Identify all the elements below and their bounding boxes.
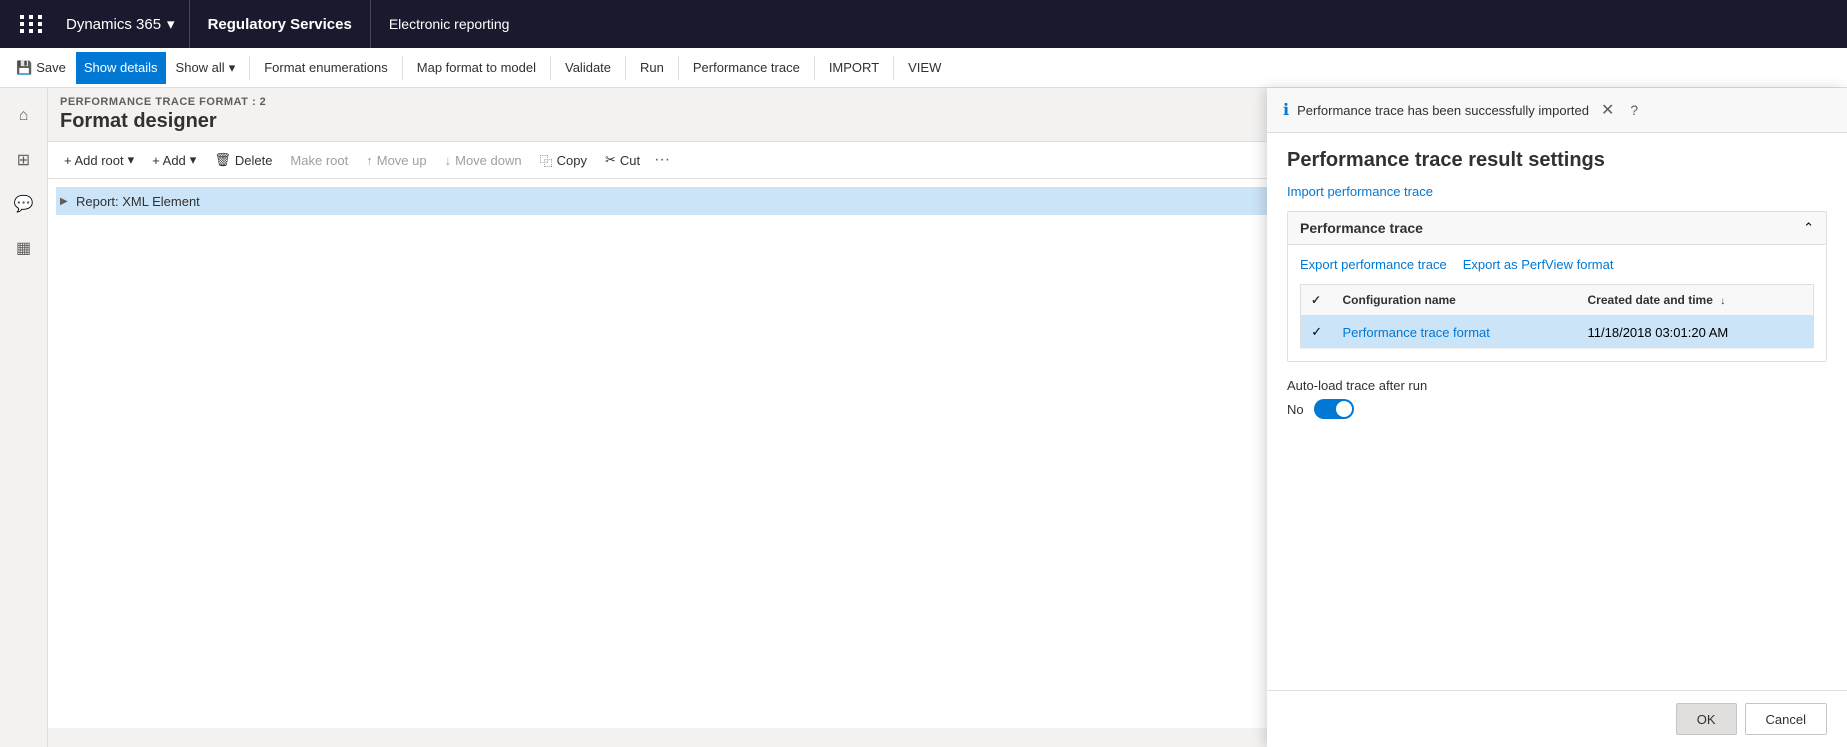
toolbar-sep-6 bbox=[814, 56, 815, 80]
toolbar-sep-1 bbox=[249, 56, 250, 80]
regulatory-services-nav[interactable]: Regulatory Services bbox=[190, 0, 371, 48]
dialog-title: Performance trace result settings bbox=[1267, 133, 1847, 180]
table-row[interactable]: ✓ Performance trace format 11/18/2018 03… bbox=[1301, 316, 1814, 349]
move-up-button: ↑ Move up bbox=[358, 146, 434, 174]
perf-section-title: Performance trace bbox=[1300, 220, 1423, 236]
add-dropdown-icon: ▾ bbox=[190, 152, 197, 168]
show-details-button[interactable]: Show details bbox=[76, 52, 166, 84]
config-name-header[interactable]: Configuration name bbox=[1333, 285, 1578, 316]
more-options-button[interactable]: ··· bbox=[650, 151, 674, 169]
view-button[interactable]: VIEW bbox=[900, 52, 949, 84]
auto-load-toggle-slider bbox=[1314, 399, 1354, 419]
tree-expand-icon: ▶ bbox=[60, 196, 76, 207]
grid-icon[interactable]: ▦ bbox=[4, 228, 44, 268]
import-link-container: Import performance trace bbox=[1267, 180, 1847, 211]
created-date-header[interactable]: Created date and time ↓ bbox=[1578, 285, 1814, 316]
auto-load-toggle[interactable] bbox=[1314, 399, 1354, 419]
config-name-cell[interactable]: Performance trace format bbox=[1333, 316, 1578, 349]
toolbar-sep-5 bbox=[678, 56, 679, 80]
auto-load-section: Auto-load trace after run No bbox=[1267, 362, 1847, 435]
electronic-reporting-label: Electronic reporting bbox=[389, 16, 510, 32]
validate-button[interactable]: Validate bbox=[557, 52, 619, 84]
copy-icon: ⿻ bbox=[540, 151, 553, 170]
add-button[interactable]: + Add ▾ bbox=[144, 146, 204, 174]
make-root-button: Make root bbox=[282, 146, 356, 174]
save-icon: 💾 bbox=[16, 60, 32, 76]
help-icon[interactable]: ? bbox=[1630, 102, 1638, 118]
perf-section-content: Export performance trace Export as PerfV… bbox=[1288, 245, 1826, 361]
move-up-icon: ↑ bbox=[366, 153, 373, 168]
waffle-button[interactable] bbox=[12, 4, 52, 44]
chat-icon[interactable]: 💬 bbox=[4, 184, 44, 224]
main-toolbar: 💾 Save Show details Show all ▾ Format en… bbox=[0, 48, 1847, 88]
dynamics365-nav[interactable]: Dynamics 365 ▾ bbox=[52, 0, 190, 48]
regulatory-services-label: Regulatory Services bbox=[208, 16, 352, 33]
move-down-icon: ↓ bbox=[445, 153, 452, 168]
perf-actions: Export performance trace Export as PerfV… bbox=[1300, 257, 1814, 272]
toolbar-sep-3 bbox=[550, 56, 551, 80]
delete-button[interactable]: 🗑 Delete bbox=[206, 146, 280, 174]
copy-button[interactable]: ⿻ Copy bbox=[532, 146, 595, 174]
export-perfview-button[interactable]: Export as PerfView format bbox=[1463, 257, 1614, 272]
auto-load-row: No bbox=[1287, 399, 1827, 419]
dialog-footer: OK Cancel bbox=[1267, 690, 1847, 747]
export-performance-trace-button[interactable]: Export performance trace bbox=[1300, 257, 1447, 272]
tree-node-label: Report: XML Element bbox=[76, 194, 200, 209]
performance-trace-table: ✓ Configuration name Created date and ti… bbox=[1300, 284, 1814, 349]
dialog-close-button[interactable]: ✕ bbox=[1597, 96, 1618, 124]
map-format-button[interactable]: Map format to model bbox=[409, 52, 544, 84]
format-enumerations-button[interactable]: Format enumerations bbox=[256, 52, 396, 84]
import-button[interactable]: IMPORT bbox=[821, 52, 887, 84]
performance-trace-section: Performance trace ⌃ Export performance t… bbox=[1287, 211, 1827, 362]
created-date-cell: 11/18/2018 03:01:20 AM bbox=[1578, 316, 1814, 349]
filter-icon[interactable]: ⊞ bbox=[4, 140, 44, 180]
add-root-dropdown-icon: ▾ bbox=[128, 152, 135, 168]
toolbar-sep-2 bbox=[402, 56, 403, 80]
cancel-button[interactable]: Cancel bbox=[1745, 703, 1827, 735]
info-icon: ℹ bbox=[1283, 100, 1289, 120]
show-all-dropdown-icon: ▾ bbox=[229, 60, 236, 76]
auto-load-label: Auto-load trace after run bbox=[1287, 378, 1827, 393]
perf-section-header[interactable]: Performance trace ⌃ bbox=[1288, 212, 1826, 245]
perf-section-collapse-icon: ⌃ bbox=[1803, 220, 1814, 236]
dialog-overlay: ℹ Performance trace has been successfull… bbox=[1267, 88, 1847, 747]
row-check-cell: ✓ bbox=[1301, 316, 1333, 349]
cut-button[interactable]: ✂ Cut bbox=[597, 146, 648, 174]
auto-load-value: No bbox=[1287, 402, 1304, 417]
home-icon[interactable]: ⌂ bbox=[4, 96, 44, 136]
show-all-button[interactable]: Show all ▾ bbox=[168, 52, 244, 84]
cut-icon: ✂ bbox=[605, 152, 616, 168]
top-nav: Dynamics 365 ▾ Regulatory Services Elect… bbox=[0, 0, 1847, 48]
toolbar-sep-4 bbox=[625, 56, 626, 80]
performance-trace-button[interactable]: Performance trace bbox=[685, 52, 808, 84]
dynamics365-label: Dynamics 365 bbox=[66, 16, 161, 33]
notification-bar: ℹ Performance trace has been successfull… bbox=[1267, 88, 1847, 133]
sidebar-left: ⌂ ⊞ 💬 ▦ bbox=[0, 88, 48, 747]
table-check-col-header: ✓ bbox=[1301, 285, 1333, 316]
run-button[interactable]: Run bbox=[632, 52, 672, 84]
move-down-button: ↓ Move down bbox=[437, 146, 530, 174]
electronic-reporting-nav[interactable]: Electronic reporting bbox=[371, 0, 528, 48]
save-button[interactable]: 💾 Save bbox=[8, 52, 74, 84]
sort-arrow-icon: ↓ bbox=[1720, 296, 1725, 307]
ok-button[interactable]: OK bbox=[1676, 703, 1737, 735]
toolbar-sep-7 bbox=[893, 56, 894, 80]
main-area: ⌂ ⊞ 💬 ▦ PERFORMANCE TRACE FORMAT : 2 For… bbox=[0, 88, 1847, 747]
add-root-button[interactable]: + Add root ▾ bbox=[56, 146, 142, 174]
dynamics-dropdown-icon: ▾ bbox=[167, 15, 175, 33]
import-performance-trace-link[interactable]: Import performance trace bbox=[1287, 184, 1433, 199]
success-message: Performance trace has been successfully … bbox=[1297, 103, 1589, 118]
delete-icon: 🗑 bbox=[214, 152, 231, 168]
